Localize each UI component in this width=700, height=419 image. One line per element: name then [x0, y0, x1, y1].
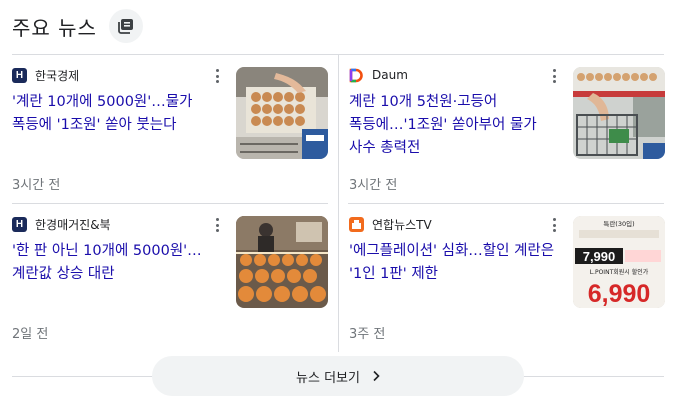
more-news-button[interactable]: 뉴스 더보기 [152, 356, 524, 396]
news-card[interactable]: H 한국경제 '계란 10개에 5000원'…물가 폭등에 '1조원' 쏟아 붓… [12, 55, 328, 203]
egg-shelf-image[interactable] [236, 216, 328, 308]
news-source: H 한국경제 [12, 67, 79, 83]
news-source: Daum [349, 67, 408, 83]
egg-price-tag-image[interactable]: 특란(30입) 7,990 L.POINT회원시 할인가 6,990 [573, 216, 665, 308]
yonhap-logo-icon [349, 216, 364, 232]
price-tag-line1: 특란(30입) [603, 220, 634, 228]
news-time: 3주 전 [349, 327, 386, 342]
more-options-icon[interactable] [548, 217, 560, 233]
news-card[interactable]: 연합뉴스TV '에그플레이션' 심화…할인 계란은 '1인 1판' 제한 3주 … [349, 204, 665, 352]
news-time: 2일 전 [12, 327, 49, 342]
more-options-icon[interactable] [548, 68, 560, 84]
news-stack-button[interactable] [108, 9, 143, 43]
source-logo-icon: H [12, 67, 27, 83]
price-tag-regular: 7,990 [583, 249, 616, 264]
news-card[interactable]: Daum 계란 10개 5천원·고등어 폭등에…'1조원' 쏟아부어 물가 사수… [349, 55, 665, 203]
news-source: 연합뉴스TV [349, 216, 432, 232]
news-headline[interactable]: '에그플레이션' 심화…할인 계란은 '1인 1판' 제한 [349, 240, 563, 286]
chevron-right-icon [372, 370, 380, 382]
more-options-icon[interactable] [211, 68, 223, 84]
egg-cart-shopping-image[interactable] [573, 67, 665, 159]
news-time: 3시간 전 [12, 178, 61, 193]
news-headline[interactable]: '한 판 아닌 10개에 5000원'…계란값 상승 대란 [12, 240, 226, 286]
source-name: 연합뉴스TV [372, 217, 432, 232]
section-title: 주요 뉴스 [12, 15, 97, 40]
egg-tray-shopping-image[interactable] [236, 67, 328, 159]
source-name: 한경매거진&북 [35, 217, 111, 232]
column-divider [338, 55, 339, 352]
source-logo-icon: H [12, 216, 27, 232]
news-grid: H 한국경제 '계란 10개에 5000원'…물가 폭등에 '1조원' 쏟아 붓… [12, 55, 665, 352]
news-card[interactable]: H 한경매거진&북 '한 판 아닌 10개에 5000원'…계란값 상승 대란 … [12, 204, 328, 352]
section-header: 주요 뉴스 [12, 6, 143, 46]
source-name: Daum [372, 68, 408, 82]
daum-logo-icon [349, 67, 364, 83]
more-options-icon[interactable] [211, 217, 223, 233]
price-tag-sale: 6,990 [588, 280, 651, 308]
source-name: 한국경제 [35, 68, 80, 83]
news-headline[interactable]: 계란 10개 5천원·고등어 폭등에…'1조원' 쏟아부어 물가 사수 총력전 [349, 91, 563, 160]
news-time: 3시간 전 [349, 178, 398, 193]
price-tag-line3: L.POINT회원시 할인가 [590, 268, 649, 276]
news-stack-icon [118, 18, 134, 34]
news-source: H 한경매거진&북 [12, 216, 111, 232]
more-news-label: 뉴스 더보기 [296, 370, 360, 386]
news-headline[interactable]: '계란 10개에 5000원'…물가 폭등에 '1조원' 쏟아 붓는다 [12, 91, 226, 137]
